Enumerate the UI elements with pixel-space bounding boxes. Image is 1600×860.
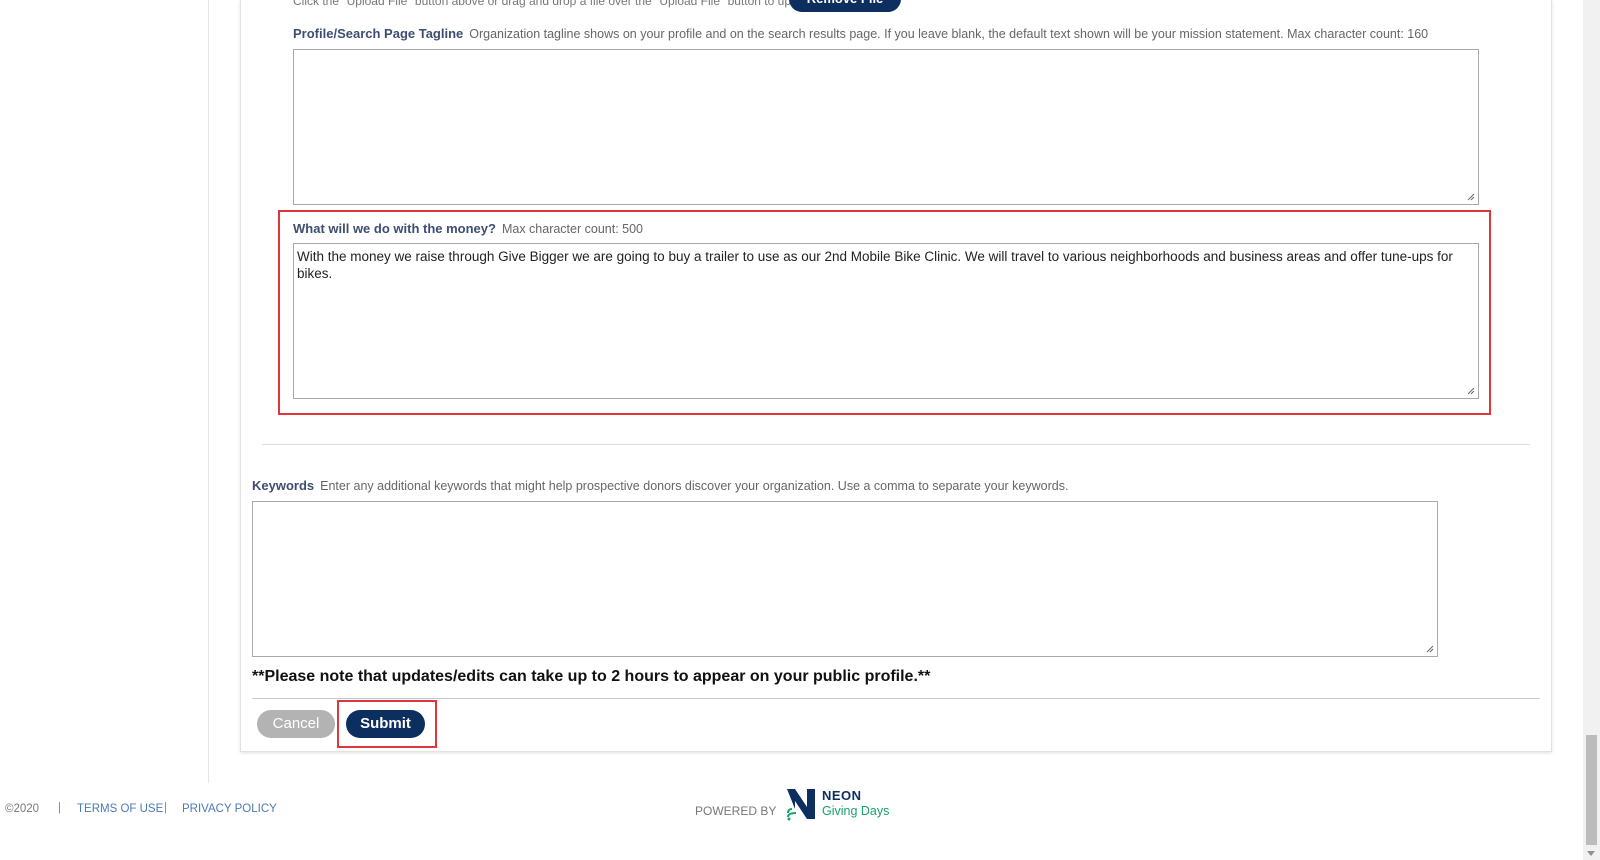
money-textarea[interactable]: With the money we raise through Give Big…: [293, 243, 1479, 399]
tagline-label: Profile/Search Page Tagline: [293, 26, 464, 41]
footer-separator: |: [58, 802, 61, 814]
brand-name: NEON: [822, 788, 862, 803]
money-help: Max character count: 500: [501, 222, 643, 236]
left-sidebar: [0, 0, 209, 783]
powered-by-label: POWERED BY: [695, 804, 777, 818]
resize-grip-icon[interactable]: [1467, 387, 1475, 395]
money-label-row: What will we do with the money? Max chara…: [293, 221, 643, 236]
upload-hint: Click the "Upload File" button above or …: [293, 0, 818, 8]
terms-of-use-link[interactable]: TERMS OF USE: [77, 803, 163, 815]
keywords-help: Enter any additional keywords that might…: [320, 479, 1069, 493]
copyright: ©2020: [5, 803, 40, 815]
tagline-label-row: Profile/Search Page Tagline Organization …: [293, 26, 1428, 41]
update-notice: **Please note that updates/edits can tak…: [252, 668, 931, 685]
tagline-help: Organization tagline shows on your profi…: [469, 27, 1429, 41]
resize-grip-icon[interactable]: [1467, 193, 1475, 201]
privacy-policy-link[interactable]: PRIVACY POLICY: [182, 803, 277, 815]
section-divider: [262, 444, 1530, 445]
page-scrollbar[interactable]: [1583, 0, 1600, 860]
remove-file-button[interactable]: Remove File: [789, 0, 901, 12]
scroll-down-arrow-icon[interactable]: [1587, 851, 1595, 856]
keywords-label: Keywords: [252, 478, 315, 493]
resize-grip-icon[interactable]: [1426, 645, 1434, 653]
keywords-textarea[interactable]: [252, 501, 1438, 657]
neon-logo-icon[interactable]: [785, 787, 825, 823]
scrollbar-thumb[interactable]: [1586, 735, 1597, 845]
brand-subtitle: Giving Days: [822, 804, 890, 818]
keywords-label-row: Keywords Enter any additional keywords th…: [252, 478, 1068, 493]
cancel-button[interactable]: Cancel: [257, 710, 335, 738]
footer-separator: |: [164, 802, 167, 814]
submit-button[interactable]: Submit: [346, 710, 425, 738]
footer: ©2020 | TERMS OF USE | PRIVACY POLICY PO…: [0, 788, 1580, 825]
tagline-textarea[interactable]: [293, 49, 1479, 205]
money-label: What will we do with the money?: [293, 221, 496, 236]
actions-divider: [252, 698, 1540, 699]
